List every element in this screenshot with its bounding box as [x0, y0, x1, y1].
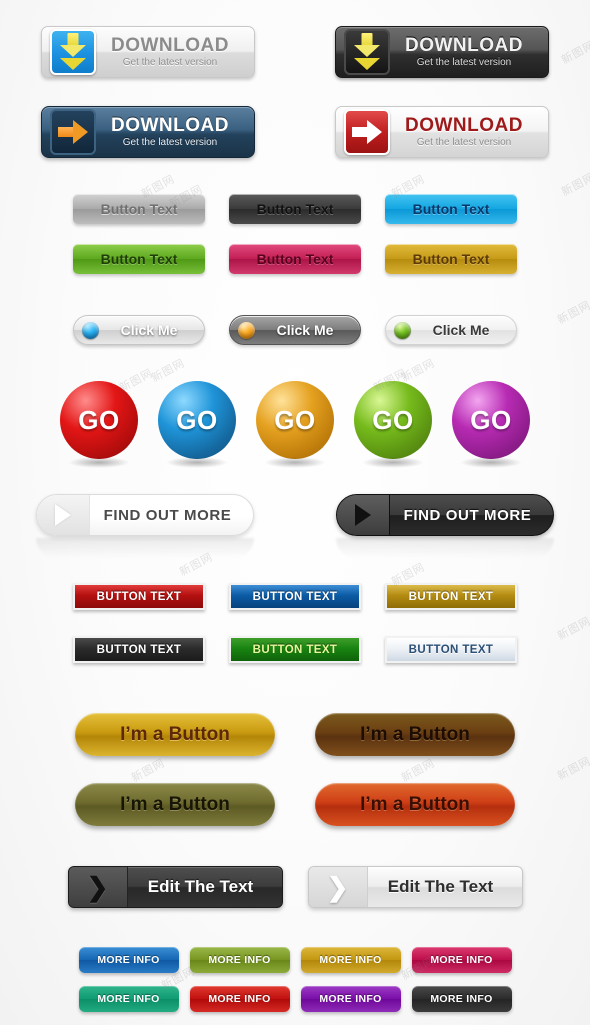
rect-button-red[interactable]: BUTTON TEXT: [73, 583, 205, 610]
edit-the-text-button-dark[interactable]: ❯ Edit The Text: [67, 866, 283, 908]
more-info-button-gold[interactable]: MORE INFO: [300, 947, 401, 973]
go-button-purple[interactable]: GO: [452, 381, 530, 459]
edit-the-text-label: Edit The Text: [147, 877, 254, 896]
button-reflection: [336, 538, 554, 558]
status-dot-green-icon: [394, 321, 411, 339]
more-info-button-green[interactable]: MORE INFO: [189, 947, 290, 973]
im-a-button-gold[interactable]: I’m a Button: [75, 713, 275, 756]
im-a-button-row-1: I’m a Button I’m a Button: [0, 713, 590, 756]
download-title: DOWNLOAD: [111, 35, 229, 56]
button-text-green[interactable]: Button Text: [73, 244, 205, 274]
download-subtitle: Get the latest version: [416, 137, 512, 148]
watermark: 新图网: [399, 757, 438, 785]
button-text-blue[interactable]: Button Text: [385, 194, 517, 224]
rect-button-blue[interactable]: BUTTON TEXT: [229, 583, 361, 610]
im-a-button-brown[interactable]: I’m a Button: [315, 713, 515, 756]
download-button-red[interactable]: DOWNLOAD Get the latest version: [335, 106, 549, 158]
button-text-pink[interactable]: Button Text: [229, 244, 361, 274]
edit-the-text-button-light[interactable]: ❯ Edit The Text: [307, 866, 523, 908]
find-out-more-label: FIND OUT MORE: [103, 506, 232, 524]
button-text-row-1: Button Text Button Text Button Text: [0, 194, 590, 224]
download-title: DOWNLOAD: [111, 115, 229, 136]
chevron-right-icon: ❯: [68, 867, 128, 907]
download-button-grey[interactable]: DOWNLOAD Get the latest version: [41, 26, 255, 78]
im-a-button-olive[interactable]: I’m a Button: [75, 783, 275, 826]
play-triangle-icon: [37, 495, 90, 535]
watermark: 新图网: [129, 757, 168, 785]
find-out-more-button-light[interactable]: FIND OUT MORE: [36, 494, 254, 536]
download-subtitle: Get the latest version: [122, 137, 218, 148]
rect-button-black[interactable]: BUTTON TEXT: [73, 636, 205, 663]
download-subtitle: Get the latest version: [122, 57, 218, 68]
download-row-2: DOWNLOAD Get the latest version DOWNLOAD…: [0, 106, 590, 158]
click-me-button-orange[interactable]: Click Me: [229, 315, 361, 345]
download-arrow-icon: [50, 29, 96, 75]
button-text-dark[interactable]: Button Text: [229, 194, 361, 224]
download-title: DOWNLOAD: [405, 35, 523, 56]
click-me-row: Click Me Click Me Click Me: [0, 315, 590, 345]
more-info-row-2: MORE INFO MORE INFO MORE INFO MORE INFO: [0, 986, 590, 1012]
click-me-label: Click Me: [432, 322, 490, 338]
button-text-row-2: Button Text Button Text Button Text: [0, 244, 590, 274]
download-title: DOWNLOAD: [405, 115, 523, 136]
download-button-blue[interactable]: DOWNLOAD Get the latest version: [41, 106, 255, 158]
download-subtitle: Get the latest version: [416, 57, 512, 68]
edit-the-text-row: ❯ Edit The Text ❯ Edit The Text: [0, 866, 590, 908]
button-showcase-sheet: DOWNLOAD Get the latest version DOWNLOAD…: [0, 0, 590, 1025]
rect-button-row-2: BUTTON TEXT BUTTON TEXT BUTTON TEXT: [0, 636, 590, 663]
right-arrow-icon: [50, 109, 96, 155]
find-out-more-label: FIND OUT MORE: [403, 506, 532, 524]
button-text-gold[interactable]: Button Text: [385, 244, 517, 274]
go-button-blue[interactable]: GO: [158, 381, 236, 459]
click-me-label: Click Me: [276, 322, 334, 338]
download-arrow-icon: [344, 29, 390, 75]
im-a-button-row-2: I’m a Button I’m a Button: [0, 783, 590, 826]
go-sphere-row: GO GO GO GO GO: [0, 381, 590, 459]
im-a-button-rust[interactable]: I’m a Button: [315, 783, 515, 826]
more-info-button-black[interactable]: MORE INFO: [411, 986, 512, 1012]
rect-button-green[interactable]: BUTTON TEXT: [229, 636, 361, 663]
watermark: 新图网: [555, 755, 590, 783]
click-me-button-green[interactable]: Click Me: [385, 315, 517, 345]
click-me-button-blue[interactable]: Click Me: [73, 315, 205, 345]
button-reflection: [36, 538, 254, 558]
more-info-button-red[interactable]: MORE INFO: [189, 986, 290, 1012]
rect-button-gold[interactable]: BUTTON TEXT: [385, 583, 517, 610]
find-out-more-button-dark[interactable]: FIND OUT MORE: [336, 494, 554, 536]
click-me-label: Click Me: [120, 322, 178, 338]
go-button-green[interactable]: GO: [354, 381, 432, 459]
edit-the-text-label: Edit The Text: [387, 877, 494, 896]
download-row-1: DOWNLOAD Get the latest version DOWNLOAD…: [0, 26, 590, 78]
right-arrow-icon: [344, 109, 390, 155]
rect-button-row-1: BUTTON TEXT BUTTON TEXT BUTTON TEXT: [0, 583, 590, 610]
chevron-right-icon: ❯: [308, 867, 368, 907]
play-triangle-icon: [337, 495, 390, 535]
status-dot-orange-icon: [238, 321, 255, 339]
find-out-more-row: FIND OUT MORE FIND OUT MORE: [0, 494, 590, 558]
more-info-row-1: MORE INFO MORE INFO MORE INFO MORE INFO: [0, 947, 590, 973]
more-info-button-blue[interactable]: MORE INFO: [78, 947, 179, 973]
go-button-orange[interactable]: GO: [256, 381, 334, 459]
rect-button-white[interactable]: BUTTON TEXT: [385, 636, 517, 663]
status-dot-blue-icon: [82, 321, 99, 339]
download-button-dark[interactable]: DOWNLOAD Get the latest version: [335, 26, 549, 78]
more-info-button-purple[interactable]: MORE INFO: [300, 986, 401, 1012]
